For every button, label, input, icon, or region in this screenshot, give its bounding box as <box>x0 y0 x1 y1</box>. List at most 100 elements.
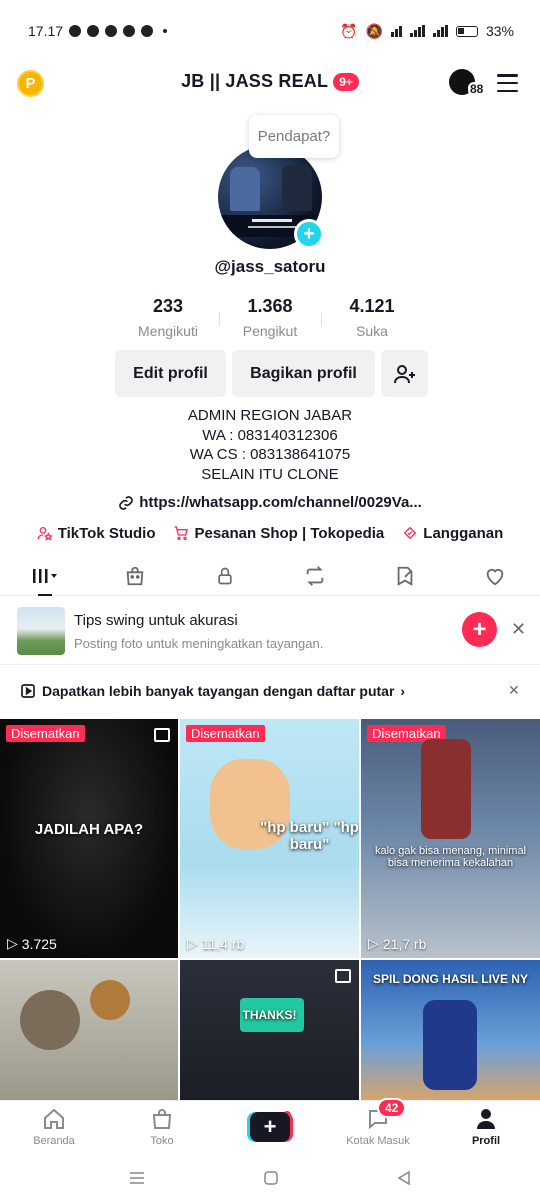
facebook-icon <box>141 25 154 37</box>
close-icon[interactable]: ✕ <box>511 620 526 638</box>
video-thumbnail[interactable]: THANKS! <box>180 960 359 1100</box>
following-stat[interactable]: 233 Mengikuti <box>117 296 219 340</box>
signal-icon <box>409 25 425 37</box>
tab-private[interactable] <box>180 556 270 595</box>
subscription-link[interactable]: Langganan <box>402 522 503 544</box>
view-count-text: 11,4 rb <box>201 935 245 952</box>
followers-stat[interactable]: 1.368 Pengikut <box>219 296 321 340</box>
profile-stats: 233 Mengikuti 1.368 Pengikut 4.121 Suka <box>117 296 423 340</box>
add-story-button[interactable]: + <box>294 219 324 249</box>
post-photo-button[interactable]: + <box>462 612 497 647</box>
video-caption: JADILAH APA? <box>34 821 144 838</box>
play-icon: ▷ <box>187 935 198 951</box>
tab-shop[interactable] <box>90 556 180 595</box>
bio-link-text: https://whatsapp.com/channel/0029Va... <box>139 494 422 511</box>
video-thumbnail[interactable]: Disematkan kalo gak bisa menang, minimal… <box>361 719 540 958</box>
followers-count: 1.368 <box>247 296 293 316</box>
status-bar: 17.17 ⏰ 🔕 33% <box>0 0 540 62</box>
likes-label: Suka <box>356 323 388 339</box>
more-notifications-icon <box>163 29 168 33</box>
profile-tabs <box>0 556 540 596</box>
profile-shortcuts: TikTok Studio Pesanan Shop | Tokopedia L… <box>0 522 540 544</box>
link-icon <box>119 495 133 510</box>
tiktok-studio-link[interactable]: TikTok Studio <box>37 522 155 544</box>
repost-icon <box>306 565 324 586</box>
alarm-icon: ⏰ <box>340 22 358 39</box>
tab-videos[interactable] <box>0 556 90 596</box>
tips-thumbnail <box>17 607 65 655</box>
character-figure <box>421 739 471 839</box>
view-count-text: 3.725 <box>21 935 57 952</box>
bio-line: WA CS : 083138641075 <box>189 446 351 463</box>
system-nav <box>0 1156 540 1200</box>
play-icon: ▷ <box>368 935 379 951</box>
nav-create[interactable]: + <box>216 1101 324 1156</box>
video-caption: THANKS! <box>242 1008 297 1022</box>
video-thumbnail[interactable]: SPIL DONG HASIL LIVE NY <box>361 960 540 1100</box>
following-count: 233 <box>152 296 184 316</box>
home-button-icon[interactable] <box>263 1170 279 1186</box>
recent-apps-icon[interactable] <box>128 1170 146 1186</box>
dark-mode-count: 88 <box>468 82 486 96</box>
account-title: JB || JASS REAL <box>181 71 329 91</box>
edit-profile-button[interactable]: Edit profil <box>115 350 226 397</box>
nav-shop[interactable]: Toko <box>108 1101 291 1156</box>
followers-label: Pengikut <box>242 323 298 339</box>
playlist-icon <box>21 684 35 698</box>
tips-title: Tips swing untuk akurasi <box>74 612 238 629</box>
playlist-banner[interactable]: Dapatkan lebih banyak tayangan dengan da… <box>0 666 540 718</box>
nav-profile[interactable]: Profil <box>432 1101 540 1156</box>
facebook-icon <box>105 25 118 37</box>
tab-favorites[interactable] <box>360 556 450 595</box>
bookmark-icon <box>397 566 413 586</box>
nav-label: Kotak Masuk <box>346 1135 410 1147</box>
heart-icon <box>486 568 504 585</box>
video-thumbnail[interactable]: Disematkan JADILAH APA? ▷ 3.725 <box>0 719 178 958</box>
tab-reposts[interactable] <box>270 556 360 595</box>
video-thumbnail[interactable]: Disematkan "hp baru" "hp baru" ▷ 11,4 rb <box>180 719 359 958</box>
tips-banner[interactable]: Tips swing untuk akurasi Posting foto un… <box>0 597 540 665</box>
nav-home[interactable]: Beranda <box>0 1101 108 1156</box>
bio-line: ADMIN REGION JABAR <box>187 407 353 424</box>
tips-subtitle: Posting foto untuk meningkatkan tayangan… <box>74 636 324 651</box>
close-icon[interactable]: ✕ <box>508 683 520 697</box>
battery-level: 33% <box>485 23 514 39</box>
view-count: ▷ 21,7 rb <box>368 935 426 952</box>
share-profile-button[interactable]: Bagikan profil <box>232 350 375 397</box>
video-caption: SPIL DONG HASIL LIVE NY <box>373 972 528 986</box>
illustration <box>90 980 130 1020</box>
following-label: Mengikuti <box>138 323 198 339</box>
bio-link[interactable]: https://whatsapp.com/channel/0029Va... <box>0 494 540 511</box>
video-thumbnail[interactable] <box>0 960 178 1100</box>
status-time: 17.17 <box>28 23 64 39</box>
tab-liked[interactable] <box>450 556 540 595</box>
profile-header: P JB || JASS REAL 9+ 88 <box>0 62 540 106</box>
mute-icon: 🔕 <box>365 22 383 39</box>
shortcut-label: Langganan <box>423 524 504 542</box>
chevron-right-icon: › <box>400 683 406 699</box>
bio-line: WA : 083140312306 <box>202 426 338 444</box>
profile-icon <box>477 1109 495 1129</box>
plus-icon: + <box>250 1112 290 1142</box>
profile-actions: Edit profil Bagikan profil <box>115 350 428 397</box>
feedback-tooltip[interactable]: Pendapat? <box>249 115 339 158</box>
bio: ADMIN REGION JABAR WA : 083140312306 WA … <box>0 406 540 484</box>
play-icon: ▷ <box>7 935 18 951</box>
whatsapp-icon <box>87 25 100 37</box>
shop-icon <box>152 1109 172 1129</box>
view-count: ▷ 3.725 <box>7 935 57 952</box>
shop-bag-icon <box>126 566 144 585</box>
nav-label: Toko <box>150 1135 174 1147</box>
view-count-text: 21,7 rb <box>382 935 427 952</box>
likes-stat[interactable]: 4.121 Suka <box>321 296 423 340</box>
add-friend-button[interactable] <box>381 350 428 397</box>
home-icon <box>44 1108 64 1129</box>
pinned-badge: Disematkan <box>186 725 265 742</box>
add-person-icon <box>393 364 415 383</box>
wifi-icon <box>390 25 402 37</box>
back-icon[interactable] <box>396 1170 412 1186</box>
menu-icon[interactable] <box>497 74 518 92</box>
create-button[interactable]: + <box>247 1112 293 1142</box>
shop-orders-link[interactable]: Pesanan Shop | Tokopedia <box>173 522 384 544</box>
cart-icon <box>174 526 189 540</box>
